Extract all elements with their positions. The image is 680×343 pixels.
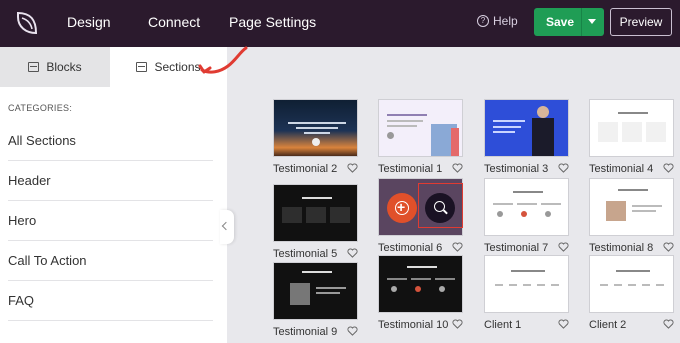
thumbnail-testimonial-3 [484,99,569,157]
card-label: Testimonial 6 [378,242,443,254]
collapse-sidebar-handle[interactable] [220,210,234,244]
tab-blocks-label: Blocks [46,60,82,74]
annotation-arrow-icon [198,46,248,74]
thumbnail-client-2 [589,255,674,313]
sidebar: Blocks Sections CATEGORIES: All Sections… [0,47,227,343]
thumbnail-testimonial-10 [378,255,463,313]
thumbnail-testimonial-8 [589,178,674,236]
section-card[interactable]: Testimonial 8 [589,178,674,254]
card-label: Testimonial 7 [484,242,549,254]
card-label: Testimonial 9 [273,326,338,338]
heart-icon[interactable] [347,248,358,258]
sidebar-tabs: Blocks Sections [0,47,227,87]
thumbnail-testimonial-9 [273,262,358,320]
help-label: Help [493,14,518,28]
categories-title: CATEGORIES: [8,103,73,113]
save-button[interactable]: Save [534,8,604,36]
save-divider [581,8,582,36]
category-call-to-action[interactable]: Call To Action [8,241,213,281]
card-label: Testimonial 8 [589,242,654,254]
section-card[interactable]: Testimonial 5 [273,184,358,260]
section-card[interactable]: Testimonial 10 [378,255,463,331]
section-card[interactable]: Client 2 [589,255,674,331]
section-card[interactable]: Testimonial 9 [273,262,358,338]
card-label: Client 1 [484,319,522,331]
thumbnail-testimonial-7 [484,178,569,236]
section-card[interactable]: Testimonial 4 [589,99,674,175]
annotation-highlight-box [418,183,463,228]
thumbnail-testimonial-1 [378,99,463,157]
thumbnail-testimonial-5 [273,184,358,242]
card-label: Client 2 [589,319,627,331]
logo-icon[interactable] [12,9,40,37]
heart-icon[interactable] [663,319,674,329]
card-label: Testimonial 10 [378,319,449,331]
heart-icon[interactable] [558,242,569,252]
tab-blocks[interactable]: Blocks [0,47,110,87]
section-card[interactable]: Testimonial 7 [484,178,569,254]
save-label: Save [546,15,575,29]
preview-button[interactable]: Preview [610,8,672,36]
thumbnail-testimonial-4 [589,99,674,157]
category-faq[interactable]: FAQ [8,281,213,321]
heart-icon[interactable] [663,163,674,173]
section-card[interactable]: Testimonial 2 [273,99,358,175]
thumbnail-client-1 [484,255,569,313]
card-label: Testimonial 2 [273,163,338,175]
help-icon: ? [477,15,489,27]
section-card[interactable]: Testimonial 3 [484,99,569,175]
thumbnail-testimonial-2 [273,99,358,157]
nav-connect[interactable]: Connect [148,0,200,44]
section-card[interactable]: Testimonial 1 [378,99,463,175]
card-label: Testimonial 5 [273,248,338,260]
heart-icon[interactable] [663,242,674,252]
nav-design[interactable]: Design [67,0,111,44]
heart-icon[interactable] [347,163,358,173]
section-card[interactable]: Client 1 [484,255,569,331]
tab-sections-label: Sections [154,60,201,74]
nav-page-settings[interactable]: Page Settings [229,0,316,44]
help-link[interactable]: ? Help [477,14,518,28]
category-all-sections[interactable]: All Sections [8,121,213,161]
heart-icon[interactable] [347,326,358,336]
top-bar: Design Connect Page Settings ? Help Save… [0,0,680,47]
card-label: Testimonial 4 [589,163,654,175]
heart-icon[interactable] [558,319,569,329]
heart-icon[interactable] [452,242,463,252]
sections-icon [136,62,148,72]
card-label: Testimonial 1 [378,163,443,175]
chevron-down-icon[interactable] [588,19,596,24]
blocks-icon [28,62,40,72]
add-section-icon[interactable] [387,193,417,223]
category-hero[interactable]: Hero [8,201,213,241]
heart-icon[interactable] [452,163,463,173]
category-header[interactable]: Header [8,161,213,201]
category-list: All Sections Header Hero Call To Action … [8,121,213,321]
card-label: Testimonial 3 [484,163,549,175]
heart-icon[interactable] [558,163,569,173]
heart-icon[interactable] [452,319,463,329]
